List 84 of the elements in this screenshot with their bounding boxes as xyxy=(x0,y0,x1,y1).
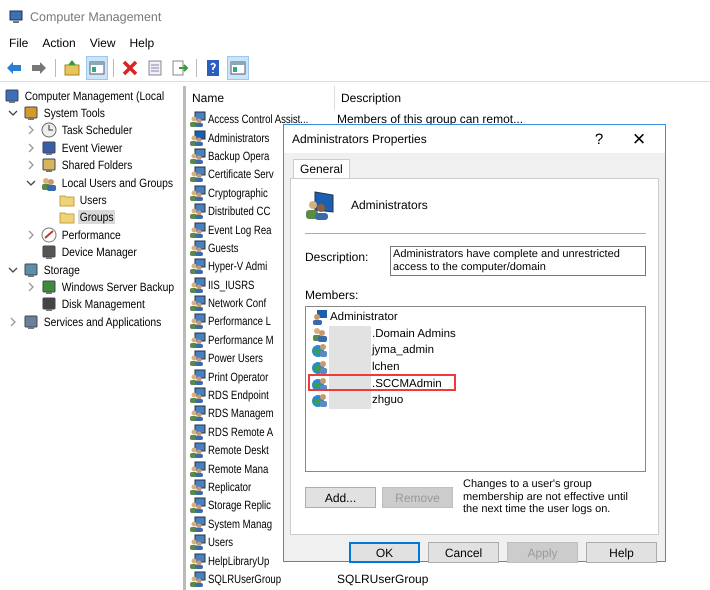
dialog-title: Administrators Properties xyxy=(292,132,428,146)
member-name[interactable]: .Domain Admins xyxy=(372,328,456,340)
tree-item[interactable]: Device Manager xyxy=(60,245,139,260)
group-name[interactable]: Access Control Assist... xyxy=(208,112,308,126)
globe-user-icon xyxy=(312,342,328,358)
tree-item[interactable]: Storage xyxy=(42,262,82,277)
group-name[interactable]: RDS Remote A xyxy=(208,424,274,439)
help-button[interactable]: ? xyxy=(579,125,619,153)
close-button[interactable]: × xyxy=(619,125,659,153)
globe-user-icon xyxy=(312,359,328,376)
group-name[interactable]: Performance L xyxy=(208,314,271,328)
tree-item[interactable]: Shared Folders xyxy=(60,158,134,172)
menu-item[interactable]: File xyxy=(9,36,28,50)
members-list[interactable]: Administrator .Domain Admins jyma_admin lchen .SCCMAdmin zhguo xyxy=(305,306,646,472)
tree-item[interactable]: Users xyxy=(78,193,108,208)
group-name[interactable]: Users xyxy=(208,535,234,550)
dialog-button[interactable]: OK xyxy=(349,542,420,563)
tree-item[interactable]: Windows Server Backup xyxy=(60,280,176,294)
column-header[interactable]: Description xyxy=(335,86,535,110)
group-name[interactable]: Event Log Rea xyxy=(208,222,272,237)
description-field[interactable]: Administrators have complete and unrestricted access to the computer/domain xyxy=(390,246,646,276)
menu-item[interactable]: View xyxy=(90,36,116,50)
group-name[interactable]: Certificate Serv xyxy=(208,167,274,182)
group-name[interactable]: RDS Managem xyxy=(208,406,274,420)
chevron-icon[interactable] xyxy=(26,178,36,188)
pane-icon[interactable] xyxy=(227,56,249,80)
tree-item[interactable]: Event Viewer xyxy=(60,140,124,155)
tree-item[interactable]: Task Scheduler xyxy=(60,123,134,138)
window-title: Computer Management xyxy=(30,10,162,24)
tree-item[interactable]: Computer Management (Local xyxy=(23,88,166,103)
member-name[interactable]: zhguo xyxy=(372,394,404,406)
member-name[interactable]: .SCCMAdmin xyxy=(372,378,442,390)
group-name[interactable]: RDS Endpoint xyxy=(208,388,269,402)
group-name[interactable]: HelpLibraryUp xyxy=(208,554,270,568)
group-name[interactable]: System Manag xyxy=(208,516,272,531)
add-button[interactable]: Add... xyxy=(305,487,376,508)
chevron-icon[interactable] xyxy=(8,264,18,275)
note-text: Changes to a user's group membership are not effective until the next time the user logs on. xyxy=(463,478,629,516)
group-name[interactable]: IIS_IUSRS xyxy=(208,278,254,292)
menu-item[interactable]: Action xyxy=(42,36,76,50)
computer-icon xyxy=(4,88,20,104)
group-name[interactable]: SQLRUserGroup xyxy=(208,572,282,586)
member-name[interactable]: Administrator xyxy=(330,311,398,324)
tree-item[interactable]: Local Users and Groups xyxy=(60,176,175,190)
tree-item[interactable]: Performance xyxy=(60,228,123,242)
group-name[interactable]: Replicator xyxy=(208,480,252,494)
dialog-button[interactable]: Help xyxy=(586,542,657,563)
group-name[interactable]: Network Conf xyxy=(208,296,266,310)
group-name[interactable]: Storage Replic xyxy=(208,498,271,512)
dialog-button[interactable]: Cancel xyxy=(428,542,499,563)
tree-item[interactable]: Services and Applications xyxy=(42,314,164,329)
menu-item[interactable]: Help xyxy=(130,36,154,50)
group-icon xyxy=(305,190,335,220)
computer-icon xyxy=(8,8,24,24)
tree-item[interactable]: System Tools xyxy=(42,106,107,120)
tree-item[interactable]: Disk Management xyxy=(60,297,147,312)
member-name[interactable]: jyma_admin xyxy=(372,344,434,356)
globe-user-icon xyxy=(312,376,328,392)
field-label: Members: xyxy=(305,288,360,302)
gauge-icon xyxy=(41,226,57,243)
group-name[interactable]: Guests xyxy=(208,240,238,255)
chevron-icon[interactable] xyxy=(8,108,18,118)
group-name[interactable]: Cryptographic xyxy=(208,186,268,200)
pane-icon[interactable] xyxy=(86,56,108,80)
group-icon xyxy=(312,326,328,342)
user-computer-icon xyxy=(312,309,328,326)
group-name[interactable]: Hyper-V Admi xyxy=(208,259,268,274)
group-name[interactable]: Backup Opera xyxy=(208,148,270,163)
column-header[interactable]: Name xyxy=(190,86,335,110)
tab[interactable]: General xyxy=(293,159,350,178)
group-description: SQLRUserGroup xyxy=(337,572,428,586)
group-name[interactable]: Distributed CC xyxy=(208,204,270,218)
group-name[interactable]: Remote Mana xyxy=(208,462,268,476)
group-name: Administrators xyxy=(351,198,428,212)
group-name[interactable]: Power Users xyxy=(208,351,263,366)
group-name[interactable]: Print Operator xyxy=(208,370,268,384)
member-name[interactable]: lchen xyxy=(372,361,400,374)
clock-icon xyxy=(41,122,57,138)
tree-item[interactable]: Groups xyxy=(78,210,116,224)
field-label: Description: xyxy=(305,249,370,264)
globe-user-icon xyxy=(312,392,328,408)
group-name[interactable]: Administrators xyxy=(208,130,270,145)
group-name[interactable]: Performance M xyxy=(208,332,274,347)
group-name[interactable]: Remote Deskt xyxy=(208,443,269,458)
